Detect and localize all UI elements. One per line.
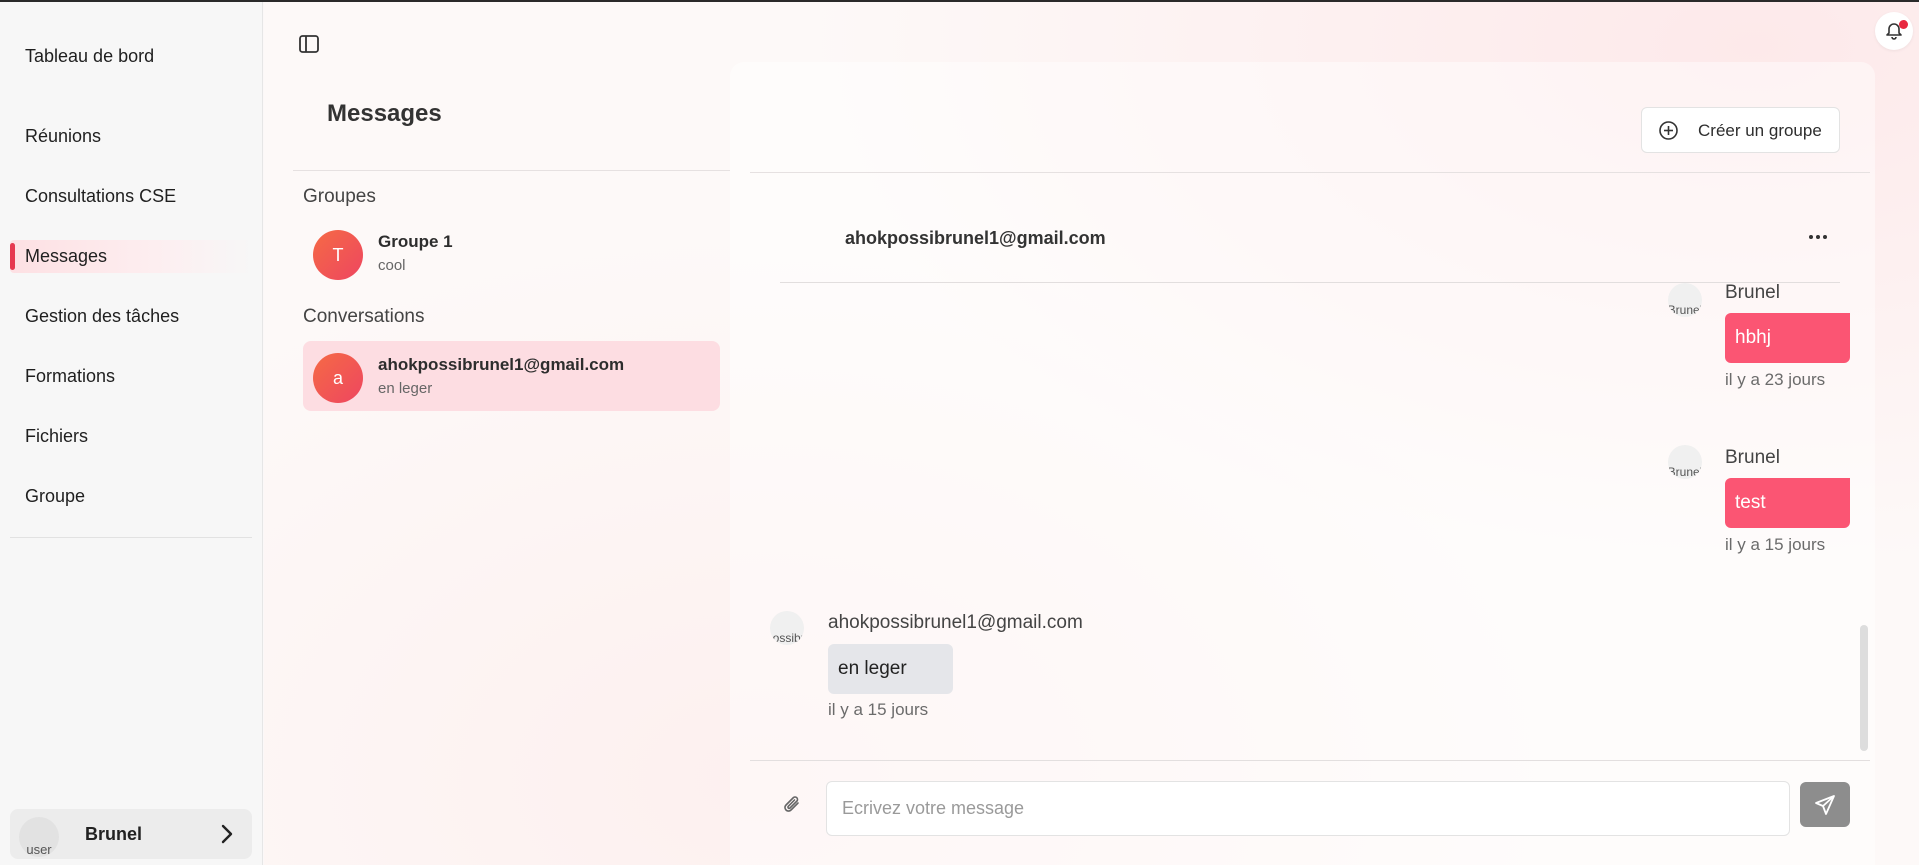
message-time: il y a 15 jours xyxy=(828,700,929,719)
group-item[interactable]: T Groupe 1 cool xyxy=(303,218,720,288)
conversations-section-title: Conversations xyxy=(303,306,425,327)
sidebar-item-trainings[interactable]: Formations xyxy=(10,360,252,393)
sidebar-item-cse-consultations[interactable]: Consultations CSE xyxy=(10,180,252,213)
sidebar-item-messages[interactable]: Messages xyxy=(10,240,252,273)
conversation-last-message: en leger xyxy=(378,380,433,397)
sidebar-item-files[interactable]: Fichiers xyxy=(10,420,252,453)
message-input[interactable] xyxy=(826,781,1790,836)
messages-scrollbar[interactable] xyxy=(1860,625,1868,751)
message-sender: ahokpossibrunel1@gmail.com xyxy=(828,612,1083,633)
window-top-border xyxy=(0,0,1919,2)
group-name: Groupe 1 xyxy=(378,232,453,251)
input-divider xyxy=(750,760,1870,761)
more-horizontal-icon[interactable] xyxy=(1807,228,1829,246)
conversation-avatar: a xyxy=(313,353,363,403)
send-button[interactable] xyxy=(1800,782,1850,827)
message-avatar: Brunel xyxy=(1668,283,1702,317)
user-name: Brunel xyxy=(85,824,143,844)
message-bubble: test xyxy=(1725,478,1850,528)
message-avatar: Brunel xyxy=(1668,445,1702,479)
group-last-message: cool xyxy=(378,257,406,274)
chat-panel xyxy=(730,62,1875,865)
conversation-name: ahokpossibrunel1@gmail.com xyxy=(378,355,625,374)
plus-circle-icon xyxy=(1659,121,1678,140)
chat-header-name: ahokpossibrunel1@gmail.com xyxy=(845,228,1106,248)
chevron-right-icon xyxy=(221,824,233,844)
page-title: Messages xyxy=(327,100,442,127)
message-bubble: hbhj xyxy=(1725,313,1850,363)
list-divider xyxy=(293,170,730,171)
user-avatar: user xyxy=(19,817,59,857)
groups-section-title: Groupes xyxy=(303,186,376,207)
user-profile-button[interactable]: user Brunel xyxy=(10,809,252,859)
message-sender: Brunel xyxy=(1725,282,1780,303)
message-time: il y a 15 jours xyxy=(1725,535,1826,554)
create-group-label: Créer un groupe xyxy=(1698,121,1822,140)
notifications-button[interactable] xyxy=(1875,12,1913,50)
create-group-button[interactable]: Créer un groupe xyxy=(1641,107,1840,153)
sidebar-item-task-management[interactable]: Gestion des tâches xyxy=(10,300,252,333)
sidebar-item-dashboard[interactable]: Tableau de bord xyxy=(10,40,252,73)
panel-left-icon[interactable] xyxy=(298,34,320,54)
chat-top-divider xyxy=(750,172,1870,173)
message-time: il y a 23 jours xyxy=(1725,370,1826,389)
send-icon xyxy=(1815,794,1835,815)
sidebar-item-group[interactable]: Groupe xyxy=(10,480,252,513)
paperclip-icon[interactable] xyxy=(782,793,804,817)
sidebar-item-meetings[interactable]: Réunions xyxy=(10,120,252,153)
message-avatar: ahokpossibrunel1 xyxy=(770,611,804,645)
group-avatar: T xyxy=(313,230,363,280)
message-bubble: en leger xyxy=(828,644,953,694)
message-sender: Brunel xyxy=(1725,447,1780,468)
sidebar: Tableau de bord Réunions Consultations C… xyxy=(0,2,263,865)
notification-badge xyxy=(1899,20,1908,29)
conversation-item[interactable]: a ahokpossibrunel1@gmail.com en leger xyxy=(303,341,720,411)
sidebar-divider xyxy=(10,537,252,538)
